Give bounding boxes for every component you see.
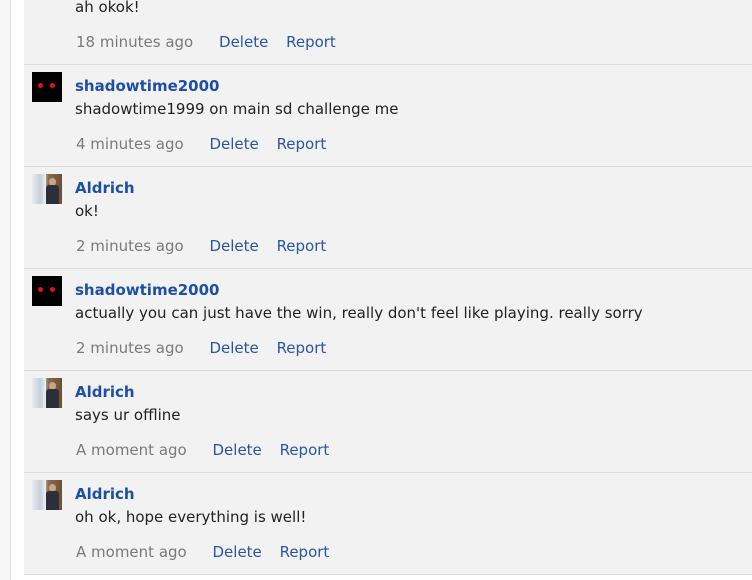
comment-meta: 2 minutes ago Delete Report (76, 339, 339, 357)
comment-item: Aldrich says ur offline A moment ago Del… (24, 371, 752, 473)
comment-text: says ur offline (75, 406, 181, 424)
delete-button[interactable]: Delete (209, 135, 258, 153)
page-left-divider (10, 0, 11, 580)
comment-item: ah okok! 18 minutes ago Delete Report (24, 0, 752, 65)
comment-timestamp: 2 minutes ago (76, 237, 184, 255)
avatar-body (46, 491, 59, 510)
comment-timestamp: 18 minutes ago (76, 33, 194, 51)
comment-text: oh ok, hope everything is well! (75, 508, 307, 526)
avatar[interactable] (32, 276, 62, 306)
comment-text: shadowtime1999 on main sd challenge me (75, 100, 399, 118)
report-button[interactable]: Report (280, 441, 330, 459)
comment-item: shadowtime2000 actually you can just hav… (24, 269, 752, 371)
comment-author[interactable]: shadowtime2000 (75, 281, 220, 299)
comment-meta: A moment ago Delete Report (76, 543, 342, 561)
delete-button[interactable]: Delete (213, 543, 262, 561)
comment-meta: 2 minutes ago Delete Report (76, 237, 339, 255)
comment-text: actually you can just have the win, real… (75, 304, 643, 322)
comment-author[interactable]: Aldrich (75, 485, 135, 503)
delete-button[interactable]: Delete (219, 33, 268, 51)
avatar-eye (50, 287, 55, 292)
delete-button[interactable]: Delete (209, 339, 258, 357)
comment-meta: A moment ago Delete Report (76, 441, 342, 459)
comment-author[interactable]: Aldrich (75, 179, 135, 197)
report-button[interactable]: Report (277, 339, 327, 357)
avatar-curtain (32, 480, 46, 510)
comment-item: Aldrich ok! 2 minutes ago Delete Report (24, 167, 752, 269)
comment-author[interactable]: Aldrich (75, 383, 135, 401)
avatar[interactable] (32, 174, 62, 204)
comment-timestamp: 2 minutes ago (76, 339, 184, 357)
avatar-eye (38, 83, 43, 88)
comment-author[interactable]: shadowtime2000 (75, 77, 220, 95)
avatar[interactable] (32, 480, 62, 510)
comment-text: ok! (75, 202, 99, 220)
avatar[interactable] (32, 72, 62, 102)
comment-timestamp: 4 minutes ago (76, 135, 184, 153)
avatar-body (46, 185, 59, 204)
comment-meta: 4 minutes ago Delete Report (76, 135, 339, 153)
report-button[interactable]: Report (286, 33, 336, 51)
delete-button[interactable]: Delete (213, 441, 262, 459)
comment-timestamp: A moment ago (76, 543, 187, 561)
report-button[interactable]: Report (277, 135, 327, 153)
comment-item: shadowtime2000 shadowtime1999 on main sd… (24, 65, 752, 167)
avatar-curtain (32, 174, 46, 204)
avatar-eye (50, 83, 55, 88)
comment-text: ah okok! (75, 0, 140, 16)
comment-timestamp: A moment ago (76, 441, 187, 459)
avatar-curtain (32, 378, 46, 408)
delete-button[interactable]: Delete (209, 237, 258, 255)
report-button[interactable]: Report (280, 543, 330, 561)
comment-meta: 18 minutes ago Delete Report (76, 33, 349, 51)
page-left-gutter (0, 0, 10, 580)
comment-feed: ah okok! 18 minutes ago Delete Report sh… (24, 0, 752, 575)
avatar[interactable] (32, 378, 62, 408)
comment-item: Aldrich oh ok, hope everything is well! … (24, 473, 752, 575)
report-button[interactable]: Report (277, 237, 327, 255)
avatar-body (46, 389, 59, 408)
avatar-eye (38, 287, 43, 292)
